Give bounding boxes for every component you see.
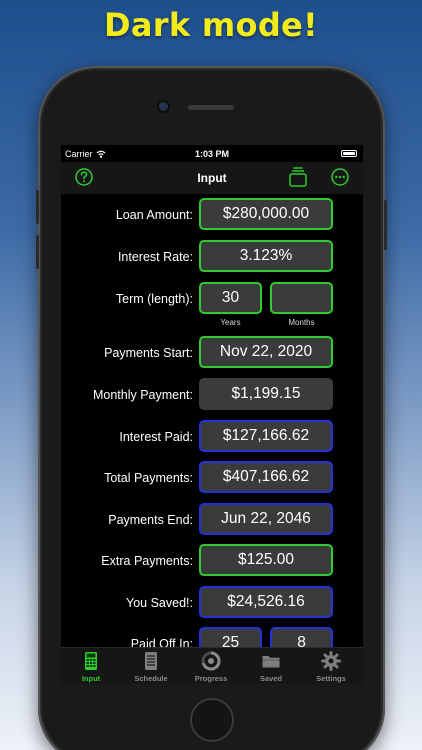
tab-settings[interactable]: Settings [301,651,361,683]
extra-payments-field[interactable]: $125.00 [199,544,333,576]
tab-label-input: Input [81,674,101,683]
interest-paid-row: Interest Paid: $127,166.62 [61,420,363,454]
tab-progress[interactable]: Progress [181,651,241,683]
term-months-field[interactable] [270,282,333,314]
home-button[interactable] [190,698,234,742]
monthly-payment-label: Monthly Payment: [92,388,193,402]
you-saved-value: $24,526.16 [199,586,333,618]
status-time: 1:03 PM [194,149,229,159]
interest-paid-label: Interest Paid: [119,430,193,444]
volume-up-button [36,190,39,224]
loan-amount-row: Loan Amount: $280,000.00 [61,198,363,232]
promo-headline: Dark mode! [104,6,318,44]
tab-saved[interactable]: Saved [241,651,301,683]
payments-start-field[interactable]: Nov 22, 2020 [199,336,333,368]
total-payments-row: Total Payments: $407,166.62 [61,461,363,495]
extra-payments-row: Extra Payments: $125.00 [61,544,363,578]
more-icon[interactable] [330,167,350,187]
term-label: Term (length): [115,292,193,306]
volume-down-button [36,235,39,269]
you-saved-label: You Saved!: [126,596,193,610]
gear-icon [321,651,341,671]
schedule-icon [145,652,157,670]
status-bar: Carrier 1:03 PM [61,145,363,162]
payments-end-label: Payments End: [108,513,193,527]
extra-payments-label: Extra Payments: [101,554,193,568]
earpiece-speaker [188,105,234,110]
you-saved-row: You Saved!: $24,526.16 [61,586,363,620]
payments-end-row: Payments End: Jun 22, 2046 [61,503,363,537]
interest-paid-value: $127,166.62 [199,420,333,452]
payments-start-row: Payments Start: Nov 22, 2020 [61,336,363,370]
payments-end-value: Jun 22, 2046 [199,503,333,535]
monthly-payment-row: Monthly Payment: $1,199.15 [61,378,363,412]
wallet-icon[interactable] [287,166,309,188]
battery-icon [341,150,357,157]
total-payments-value: $407,166.62 [199,461,333,493]
interest-rate-row: Interest Rate: 3.123% [61,240,363,274]
tab-label-settings: Settings [316,674,346,683]
navigation-bar: Input [61,162,363,194]
power-button [384,200,387,250]
loan-form: Loan Amount: $280,000.00 Interest Rate: … [61,194,363,659]
term-row: Term (length): 30 Years Months [61,282,363,327]
tab-label-schedule: Schedule [134,674,168,683]
loan-amount-label: Loan Amount: [115,208,193,222]
tab-schedule[interactable]: Schedule [121,651,181,683]
tab-bar: Input Schedule Progress Saved Settings [61,647,363,684]
calculator-icon [85,652,97,670]
total-payments-label: Total Payments: [104,471,193,485]
loan-amount-field[interactable]: $280,000.00 [199,198,333,230]
front-camera [159,102,168,111]
term-years-field[interactable]: 30 [199,282,262,314]
tab-input[interactable]: Input [61,651,121,683]
tab-label-saved: Saved [259,674,283,683]
app-screen: Carrier 1:03 PM Input Loan Amount: $280,… [61,145,363,684]
term-months-caption: Months [288,318,315,327]
interest-rate-field[interactable]: 3.123% [199,240,333,272]
tab-label-progress: Progress [194,674,228,683]
nav-title: Input [197,171,227,185]
progress-icon [201,651,221,671]
interest-rate-label: Interest Rate: [117,250,193,264]
term-years-caption: Years [220,318,241,327]
folder-icon [262,656,280,668]
payments-start-label: Payments Start: [104,346,193,360]
monthly-payment-value: $1,199.15 [199,378,333,410]
